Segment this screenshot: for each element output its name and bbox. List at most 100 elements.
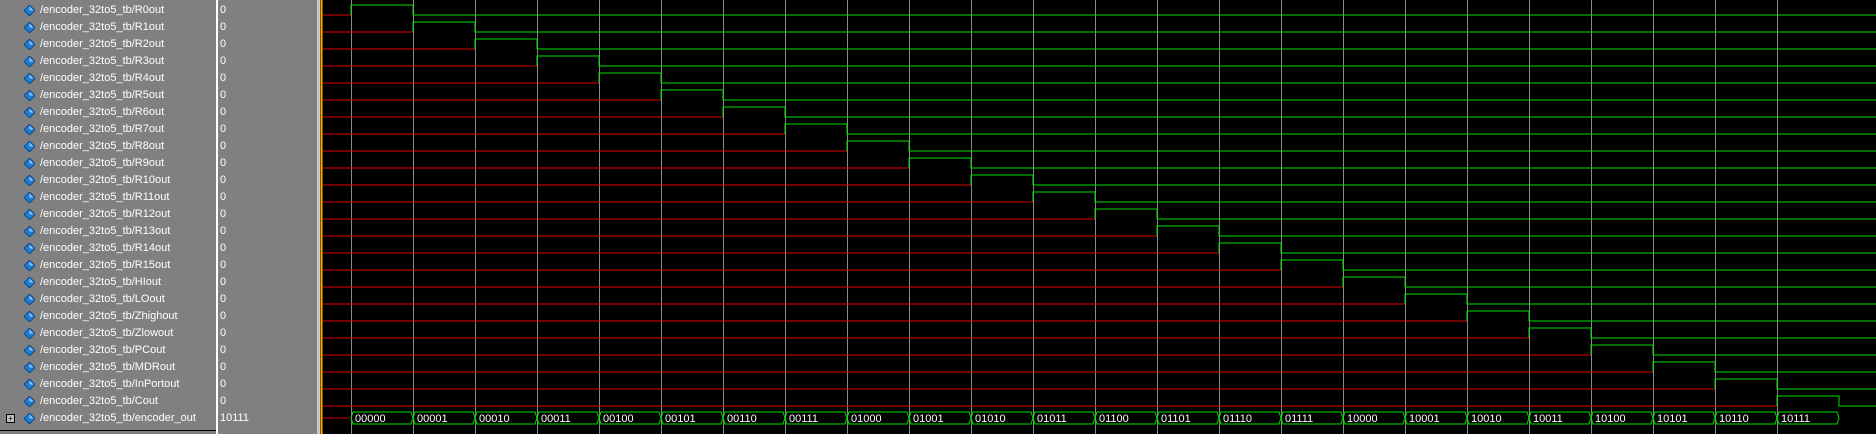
waveform-high-segment	[1094, 208, 1876, 220]
bus-value-label: 00110	[727, 413, 757, 425]
signal-row[interactable]: /encoder_32to5_tb/InPortout	[0, 376, 216, 393]
signal-row[interactable]: /encoder_32to5_tb/LOout	[0, 291, 216, 308]
waveform-high-segment	[1590, 344, 1876, 356]
signal-row[interactable]: /encoder_32to5_tb/R4out	[0, 70, 216, 87]
signal-value: 0	[220, 72, 227, 84]
waveform-high-segment	[350, 4, 1876, 16]
signal-row[interactable]: /encoder_32to5_tb/R3out	[0, 53, 216, 70]
signal-diamond-icon	[24, 39, 35, 50]
signal-row[interactable]: /encoder_32to5_tb/Zhighout	[0, 308, 216, 325]
signal-row[interactable]: /encoder_32to5_tb/Cout	[0, 393, 216, 410]
waveform-high-segment	[970, 174, 1876, 186]
signal-row[interactable]: /encoder_32to5_tb/Zlowout	[0, 325, 216, 342]
signal-row[interactable]: /encoder_32to5_tb/R1out	[0, 19, 216, 36]
signal-row[interactable]: /encoder_32to5_tb/HIout	[0, 274, 216, 291]
bus-value-label: 01010	[975, 413, 1006, 425]
signal-name: /encoder_32to5_tb/R7out	[40, 123, 165, 135]
signal-value: 0	[220, 361, 227, 373]
signal-row[interactable]: /encoder_32to5_tb/R14out	[0, 240, 216, 257]
signal-value: 0	[220, 191, 227, 203]
signal-name: /encoder_32to5_tb/R14out	[40, 242, 171, 254]
signal-name: /encoder_32to5_tb/R8out	[40, 140, 165, 152]
signal-name: /encoder_32to5_tb/R1out	[40, 21, 165, 33]
signal-row[interactable]: /encoder_32to5_tb/R2out	[0, 36, 216, 53]
signal-name: /encoder_32to5_tb/R0out	[40, 4, 165, 16]
waveform-high-segment	[784, 123, 1876, 135]
waveform-high-segment	[1466, 310, 1876, 322]
signal-diamond-icon	[24, 22, 35, 33]
bus-value-label: 10011	[1533, 413, 1563, 425]
signal-name: /encoder_32to5_tb/MDRout	[40, 361, 176, 373]
signal-name-pane: /encoder_32to5_tb/R0out/encoder_32to5_tb…	[0, 0, 216, 434]
bus-value-label: 10001	[1409, 413, 1440, 425]
signal-row[interactable]: /encoder_32to5_tb/R7out	[0, 121, 216, 138]
signal-row[interactable]: /encoder_32to5_tb/R15out	[0, 257, 216, 274]
waveform-high-segment	[722, 106, 1876, 118]
signal-row[interactable]: + /encoder_32to5_tb/encoder_out	[0, 410, 216, 427]
signal-value: 0	[220, 242, 227, 254]
bus-value-label: 01110	[1223, 413, 1252, 425]
signal-row[interactable]: /encoder_32to5_tb/R10out	[0, 172, 216, 189]
signal-diamond-icon	[24, 158, 35, 169]
signal-name: /encoder_32to5_tb/Cout	[40, 395, 159, 407]
waveform-pane[interactable]: 00000 00001 00010 00011 00100 00101 00110 00111…	[320, 0, 1876, 434]
bus-value-label: 00011	[541, 413, 571, 425]
waveform-canvas[interactable]: 00000 00001 00010 00011 00100 00101 00110 00111…	[320, 0, 1876, 434]
signal-row[interactable]: /encoder_32to5_tb/R6out	[0, 104, 216, 121]
bus-value-label: 01101	[1161, 413, 1191, 425]
bus-value-label: 01001	[913, 413, 944, 425]
signal-name: /encoder_32to5_tb/Zlowout	[40, 327, 174, 339]
signal-name: /encoder_32to5_tb/R15out	[40, 259, 171, 271]
signal-name: /encoder_32to5_tb/HIout	[40, 276, 162, 288]
signal-name: /encoder_32to5_tb/R11out	[40, 191, 170, 203]
signal-row[interactable]: /encoder_32to5_tb/R13out	[0, 223, 216, 240]
signal-name: /encoder_32to5_tb/R3out	[40, 55, 165, 67]
signal-diamond-icon	[24, 175, 35, 186]
signal-row[interactable]: /encoder_32to5_tb/R12out	[0, 206, 216, 223]
pane-bottom-border	[0, 430, 216, 431]
waveform-high-segment	[412, 21, 1876, 33]
waveform-high-segment	[1032, 191, 1876, 203]
signal-diamond-icon	[24, 294, 35, 305]
signal-value: 0	[220, 38, 227, 50]
bus-value-label: 10111	[1781, 413, 1810, 425]
signal-diamond-icon	[24, 192, 35, 203]
signal-row[interactable]: /encoder_32to5_tb/R9out	[0, 155, 216, 172]
signal-value: 0	[220, 4, 227, 16]
waveform-high-segment	[536, 55, 1876, 67]
bus-value-label: 00000	[355, 413, 386, 425]
signal-diamond-icon	[24, 141, 35, 152]
signal-value: 0	[220, 157, 227, 169]
waveform-high-segment	[1342, 276, 1876, 288]
signal-row[interactable]: /encoder_32to5_tb/R0out	[0, 2, 216, 19]
waveform-high-segment	[1404, 293, 1876, 305]
signal-value: 0	[220, 55, 227, 67]
bus-value-label: 10100	[1595, 413, 1626, 425]
signal-name: /encoder_32to5_tb/R12out	[40, 208, 171, 220]
signal-diamond-icon	[24, 413, 35, 424]
signal-name: /encoder_32to5_tb/R6out	[40, 106, 165, 118]
signal-diamond-icon	[24, 209, 35, 220]
signal-name: /encoder_32to5_tb/R10out	[40, 174, 171, 186]
signal-row[interactable]: /encoder_32to5_tb/R8out	[0, 138, 216, 155]
waveform-high-segment	[660, 89, 1876, 101]
signal-value: 0	[220, 123, 227, 135]
signal-name: /encoder_32to5_tb/encoder_out	[40, 412, 196, 424]
signal-name: /encoder_32to5_tb/R2out	[40, 38, 165, 50]
signal-name: /encoder_32to5_tb/PCout	[40, 344, 166, 356]
signal-diamond-icon	[24, 311, 35, 322]
bus-value-label: 10110	[1719, 413, 1749, 425]
signal-value: 0	[220, 21, 227, 33]
signal-name: /encoder_32to5_tb/R5out	[40, 89, 165, 101]
bus-value-label: 10010	[1471, 413, 1502, 425]
expand-icon[interactable]: +	[6, 414, 15, 423]
signal-row[interactable]: /encoder_32to5_tb/R11out	[0, 189, 216, 206]
signal-row[interactable]: /encoder_32to5_tb/R5out	[0, 87, 216, 104]
signal-value: 0	[220, 378, 227, 390]
bus-value-label: 10000	[1347, 413, 1378, 425]
signal-row[interactable]: /encoder_32to5_tb/PCout	[0, 342, 216, 359]
signal-diamond-icon	[24, 328, 35, 339]
signal-value: 0	[220, 344, 227, 356]
signal-value: 0	[220, 276, 227, 288]
signal-row[interactable]: /encoder_32to5_tb/MDRout	[0, 359, 216, 376]
